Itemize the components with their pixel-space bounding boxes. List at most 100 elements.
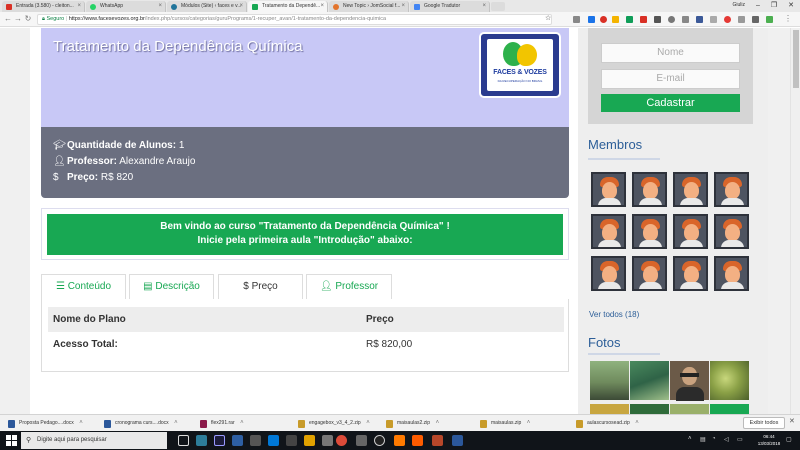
vlc-icon[interactable] — [394, 435, 405, 446]
photo-thumbnail[interactable] — [710, 361, 749, 400]
chevron-up-icon[interactable]: ˄ — [688, 436, 692, 442]
close-tab-icon[interactable]: × — [482, 1, 486, 12]
member-avatar[interactable] — [714, 172, 749, 207]
word-icon[interactable] — [452, 435, 463, 446]
close-tab-icon[interactable]: × — [239, 1, 243, 12]
illustrator-icon[interactable] — [412, 435, 423, 446]
extension-icon[interactable] — [612, 16, 619, 23]
download-item[interactable]: flex291.rar ˄ — [200, 418, 244, 429]
app-icon[interactable] — [322, 435, 333, 446]
close-tab-icon[interactable]: × — [77, 1, 81, 12]
wifi-icon[interactable]: ◔ — [712, 436, 716, 442]
network-icon[interactable]: ▤ — [700, 436, 706, 443]
extension-icon[interactable] — [600, 16, 607, 23]
extension-icon[interactable] — [710, 16, 717, 23]
close-window-button[interactable]: ✕ — [783, 0, 799, 11]
task-view-icon[interactable] — [178, 435, 189, 446]
browser-tab-modulos[interactable]: Módulos (Site) ‹ faces e v... × — [167, 1, 247, 12]
taskbar-search-input[interactable]: ⚲ Digite aqui para pesquisar — [21, 432, 167, 449]
store-icon[interactable] — [268, 435, 279, 446]
member-avatar[interactable] — [673, 172, 708, 207]
explorer-icon[interactable] — [232, 435, 243, 446]
member-avatar[interactable] — [632, 256, 667, 291]
chrome-icon[interactable] — [336, 435, 347, 446]
star-bookmark-icon[interactable]: ☆ — [545, 14, 552, 22]
chevron-up-icon[interactable]: ˄ — [240, 418, 244, 429]
browser-tab-tradutor[interactable]: Google Tradutor × — [410, 1, 490, 12]
edge-icon[interactable] — [196, 435, 207, 446]
maximize-button[interactable]: ❐ — [766, 0, 782, 11]
app-icon[interactable] — [374, 435, 385, 446]
url-bar[interactable]: 🔒︎ Seguro | https://www.facesevozes.org.… — [37, 14, 552, 25]
clock[interactable]: 06:44 13/03/2018 — [757, 433, 781, 447]
extension-icon[interactable] — [640, 16, 647, 23]
extension-icon[interactable] — [696, 16, 703, 23]
email-field[interactable]: E-mail — [601, 69, 740, 89]
photo-thumbnail[interactable] — [590, 361, 629, 400]
extension-icon[interactable] — [626, 16, 633, 23]
app-icon[interactable] — [356, 435, 367, 446]
browser-tab-whatsapp[interactable]: WhatsApp × — [86, 1, 166, 12]
photo-thumbnail[interactable] — [630, 361, 669, 400]
extension-icon[interactable] — [724, 16, 731, 23]
minimize-button[interactable]: – — [750, 0, 766, 11]
app-icon[interactable] — [286, 435, 297, 446]
tab-preco[interactable]: $ Preço — [218, 274, 303, 299]
download-item[interactable]: Proposta Pedago....docx ˄ — [8, 418, 83, 429]
browser-tab-jomsocial[interactable]: New Topic › JomSocial f... × — [329, 1, 409, 12]
chevron-up-icon[interactable]: ˄ — [635, 418, 639, 429]
member-avatar[interactable] — [673, 214, 708, 249]
extension-icon[interactable] — [682, 16, 689, 23]
member-avatar[interactable] — [632, 214, 667, 249]
app-icon[interactable] — [250, 435, 261, 446]
browser-tab-tratamento[interactable]: Tratamento da Dependê... × — [248, 1, 328, 12]
register-button[interactable]: Cadastrar — [601, 94, 740, 112]
menu-kebab-icon[interactable]: ⋮ — [783, 14, 793, 24]
windows-start-icon[interactable] — [6, 435, 17, 446]
photo-thumbnail[interactable] — [590, 404, 629, 414]
extension-icon[interactable] — [654, 16, 661, 23]
folder-icon[interactable] — [304, 435, 315, 446]
keyboard-icon[interactable]: ▭ — [737, 436, 743, 443]
member-avatar[interactable] — [591, 256, 626, 291]
notifications-icon[interactable]: ▢ — [786, 436, 792, 443]
faces-vozes-logo[interactable]: FACES & VOZES DA RECUPERAÇÃO NO BRASIL — [479, 32, 561, 98]
photo-thumbnail[interactable] — [670, 361, 709, 401]
chevron-up-icon[interactable]: ˄ — [436, 418, 440, 429]
member-avatar[interactable] — [591, 172, 626, 207]
extension-icon[interactable] — [738, 16, 745, 23]
member-avatar[interactable] — [632, 172, 667, 207]
chevron-up-icon[interactable]: ˄ — [174, 418, 178, 429]
new-tab-button[interactable] — [491, 2, 505, 11]
premiere-icon[interactable] — [214, 435, 225, 446]
chevron-up-icon[interactable]: ˄ — [79, 418, 83, 429]
member-avatar[interactable] — [591, 214, 626, 249]
close-tab-icon[interactable]: × — [320, 1, 324, 12]
member-avatar[interactable] — [673, 256, 708, 291]
photo-thumbnail[interactable] — [630, 404, 669, 414]
member-avatar[interactable] — [714, 256, 749, 291]
download-item[interactable]: engagebox_v3_4_2.zip ˄ — [298, 418, 370, 429]
close-icon[interactable]: ✕ — [789, 417, 795, 425]
tab-professor[interactable]: 👤︎ Professor — [306, 274, 392, 299]
photo-thumbnail[interactable] — [710, 404, 749, 414]
scrollbar-thumb[interactable] — [793, 30, 799, 88]
profile-name[interactable]: Giuliz — [732, 0, 745, 11]
tab-conteudo[interactable]: ☰ Conteúdo — [41, 274, 126, 299]
extension-icon[interactable] — [668, 16, 675, 23]
name-field[interactable]: Nome — [601, 43, 740, 63]
extension-icon[interactable] — [766, 16, 773, 23]
reload-icon[interactable]: ↻ — [23, 14, 33, 24]
back-arrow-icon[interactable]: ← — [3, 14, 13, 24]
extension-icon[interactable] — [573, 16, 580, 23]
download-item[interactable]: aulascursosead.zip ˄ — [576, 418, 639, 429]
photo-thumbnail[interactable] — [670, 404, 709, 414]
download-item[interactable]: maisaulas2.zip ˄ — [386, 418, 439, 429]
close-tab-icon[interactable]: × — [158, 1, 162, 12]
chevron-up-icon[interactable]: ˄ — [366, 418, 370, 429]
extension-icon[interactable] — [588, 16, 595, 23]
powerpoint-icon[interactable] — [432, 435, 443, 446]
browser-tab-gmail[interactable]: Entrada (3.580) - cleiton... × — [2, 1, 85, 12]
download-item[interactable]: maisaulas.zip ˄ — [480, 418, 530, 429]
page-scrollbar[interactable] — [790, 28, 800, 414]
